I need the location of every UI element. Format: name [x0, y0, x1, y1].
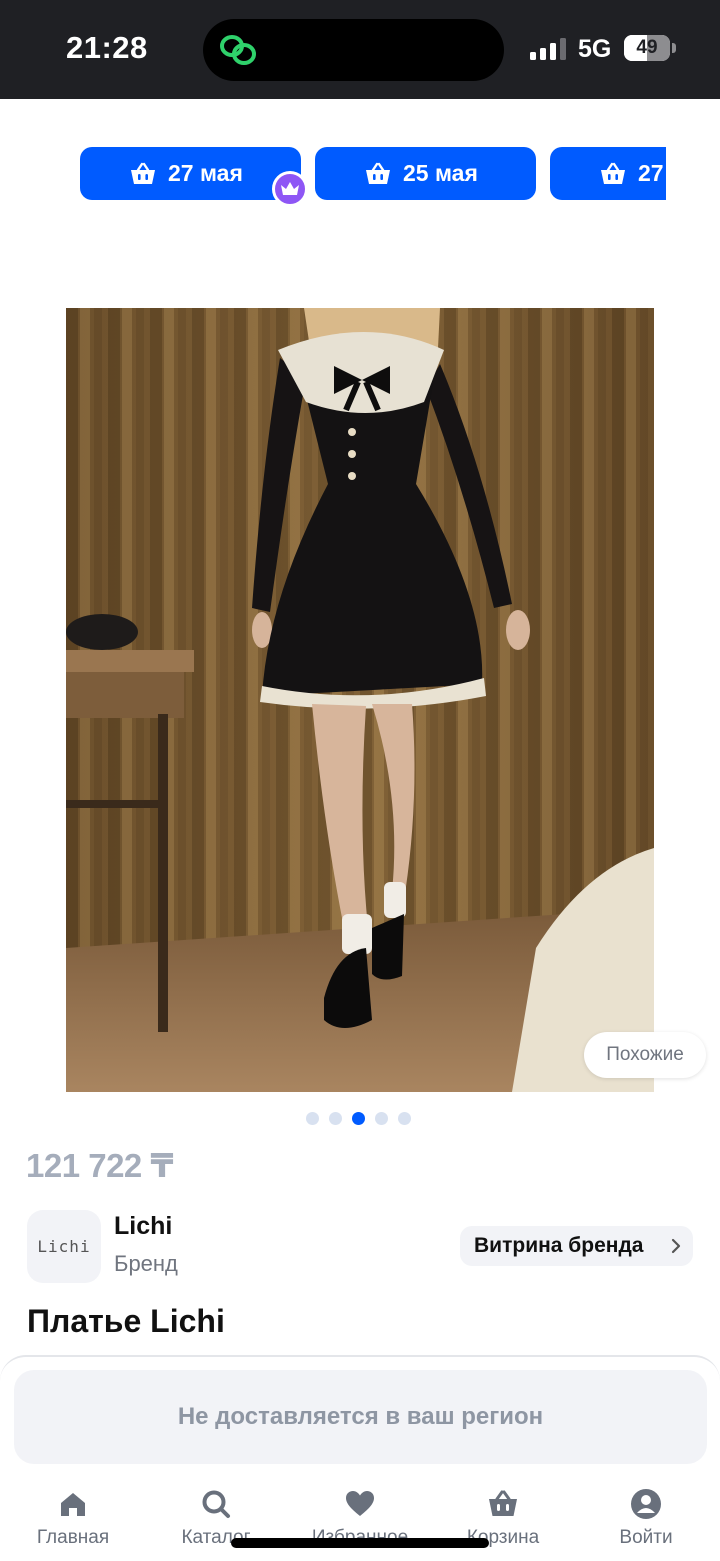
- delivery-chip-label: 25 мая: [403, 160, 478, 186]
- dynamic-island: [203, 19, 504, 81]
- status-time: 21:28: [66, 30, 148, 65]
- battery-icon: 49: [624, 35, 670, 61]
- nav-label: Главная: [36, 1527, 110, 1548]
- cart-icon: [489, 1490, 517, 1516]
- cart-icon: [601, 162, 625, 184]
- product-photo: [66, 308, 654, 1092]
- product-price: 121 722 ₸: [26, 1147, 173, 1184]
- delivery-date-chips: 27 мая 25 мая 27: [80, 147, 666, 207]
- crown-icon: [281, 182, 299, 195]
- signal-icon: [530, 38, 568, 60]
- bottom-navigation: Главная Каталог Избранное Корзина Войти: [0, 1484, 720, 1561]
- nav-label: Войти: [619, 1527, 673, 1548]
- gallery-dot[interactable]: [375, 1112, 388, 1125]
- region-unavailable-notice: Не доставляется в ваш регион: [14, 1370, 707, 1464]
- brand-subtitle: Бренд: [114, 1251, 178, 1276]
- gallery-dot[interactable]: [398, 1112, 411, 1125]
- gallery-pagination: [306, 1112, 411, 1125]
- brand-name[interactable]: Lichi: [114, 1212, 172, 1241]
- gallery-dot[interactable]: [329, 1112, 342, 1125]
- home-icon: [61, 1493, 85, 1516]
- cart-icon: [366, 162, 390, 184]
- home-indicator: [231, 1538, 489, 1548]
- cart-icon: [131, 162, 155, 184]
- search-icon: [202, 1490, 230, 1518]
- delivery-chip-1[interactable]: 27 мая: [80, 147, 301, 200]
- premium-badge: [272, 171, 308, 207]
- product-image[interactable]: [66, 308, 654, 1092]
- delivery-chip-label: 27: [638, 160, 664, 186]
- status-bar: 21:28 5G 49: [0, 0, 720, 99]
- delivery-chip-label: 27 мая: [168, 160, 243, 186]
- link-app-icon: [220, 35, 256, 65]
- gallery-dot[interactable]: [306, 1112, 319, 1125]
- nav-home[interactable]: Главная: [3, 1484, 143, 1549]
- brand-store-button[interactable]: Витрина бренда: [460, 1226, 693, 1266]
- delivery-chip-2[interactable]: 25 мая: [315, 147, 536, 200]
- chevron-right-icon: [671, 1238, 681, 1254]
- similar-products-button[interactable]: Похожие: [584, 1032, 706, 1078]
- profile-icon: [631, 1489, 661, 1519]
- heart-icon: [346, 1491, 374, 1516]
- product-title: Платье Lichi: [27, 1303, 225, 1339]
- nav-login[interactable]: Войти: [576, 1484, 716, 1549]
- delivery-chip-3[interactable]: 27: [550, 147, 666, 200]
- brand-logo[interactable]: Lichi: [27, 1210, 101, 1283]
- network-label: 5G: [578, 35, 612, 63]
- battery-tip: [672, 43, 676, 53]
- brand-store-label: Витрина бренда: [474, 1234, 644, 1257]
- gallery-dot-active[interactable]: [352, 1112, 365, 1125]
- battery-level: 49: [636, 37, 658, 58]
